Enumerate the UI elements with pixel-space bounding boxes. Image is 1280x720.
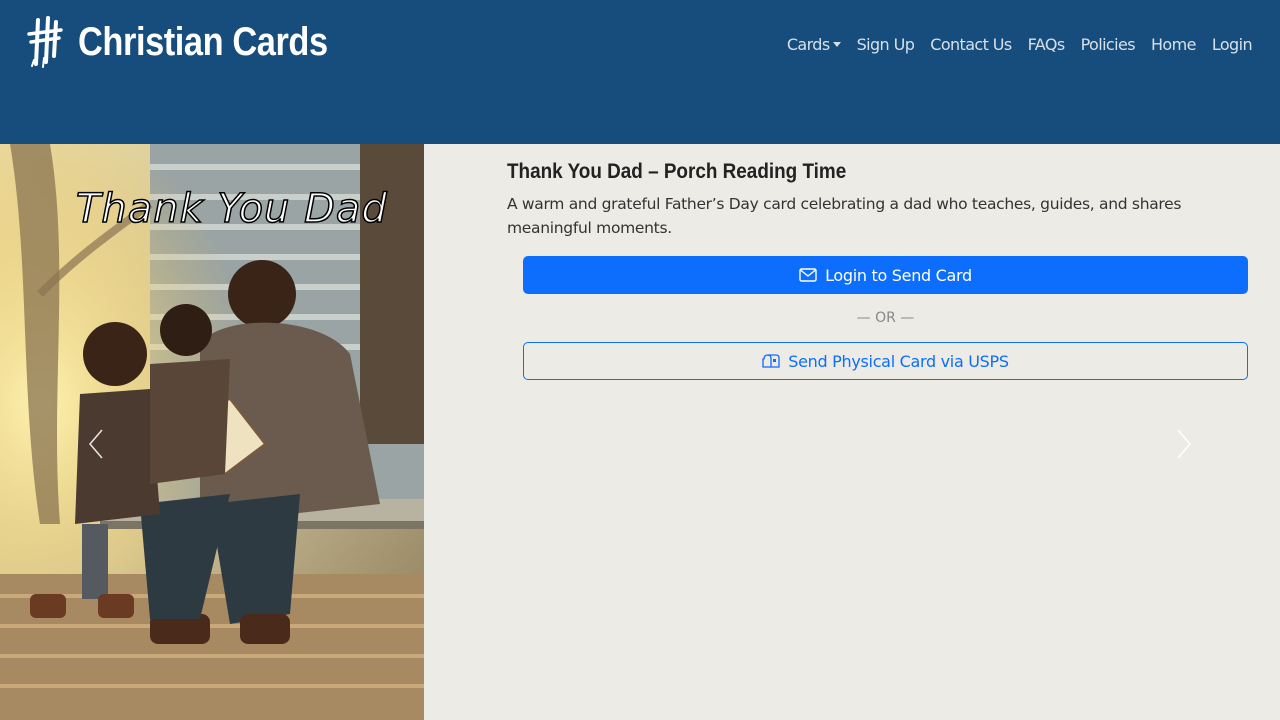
nav-item-cards-label: Cards [786, 34, 830, 54]
card-image-text: Thank You Dad [75, 185, 388, 233]
nav-item-cards[interactable]: Cards [787, 35, 841, 54]
nav-item-policies[interactable]: Policies [1081, 35, 1136, 54]
login-to-send-card-button[interactable]: Login to Send Card [523, 256, 1248, 294]
nav-item-home[interactable]: Home [1151, 35, 1196, 54]
card-image: Thank You Dad [0, 144, 424, 720]
card-title: Thank You Dad – Porch Reading Time [507, 160, 847, 183]
brand-name: Christian Cards [78, 19, 328, 64]
send-physical-card-label: Send Physical Card via USPS [788, 351, 1009, 371]
brand[interactable]: Christian Cards [26, 16, 368, 68]
login-to-send-card-label: Login to Send Card [825, 265, 972, 285]
card-description: A warm and grateful Father’s Day card ce… [507, 195, 1182, 237]
nav-item-faqs[interactable]: FAQs [1028, 35, 1066, 54]
send-physical-card-button[interactable]: Send Physical Card via USPS [523, 342, 1248, 380]
carousel-prev-icon[interactable] [86, 428, 106, 460]
navbar: Christian Cards Cards Sign Up Contact Us… [0, 0, 1280, 144]
envelope-icon [799, 268, 817, 282]
nav-item-contact-us[interactable]: Contact Us [930, 35, 1012, 54]
nav-menu: Cards Sign Up Contact Us FAQs Policies H… [787, 33, 1253, 55]
nav-item-login[interactable]: Login [1212, 35, 1253, 54]
caret-down-icon [832, 41, 841, 47]
nav-item-sign-up[interactable]: Sign Up [857, 35, 915, 54]
carousel-next-icon[interactable] [1174, 428, 1194, 460]
or-divider: — OR — [856, 310, 915, 326]
mailbox-icon [762, 354, 780, 368]
cross-logo-icon [27, 16, 63, 68]
